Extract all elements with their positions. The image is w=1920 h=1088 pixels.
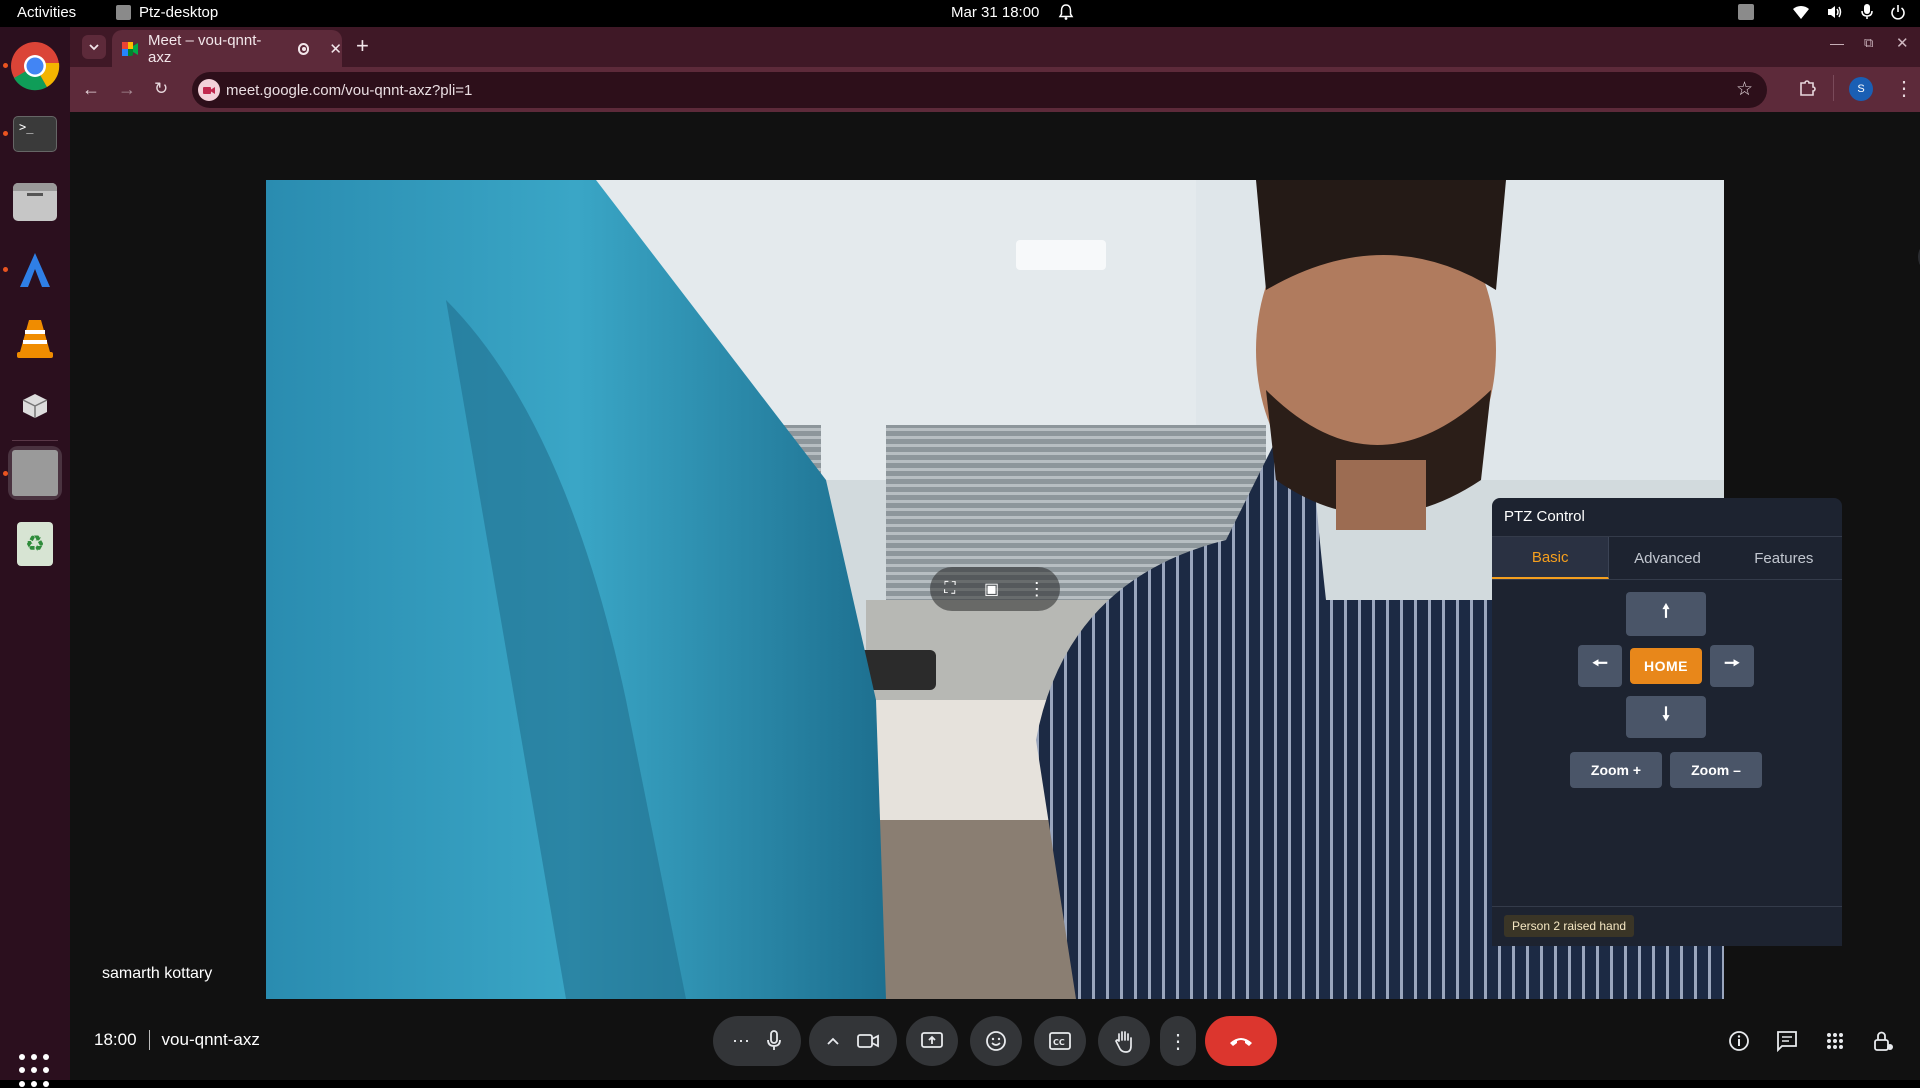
audio-options-icon[interactable]: ⋯ (732, 1031, 750, 1052)
google-meet-icon (122, 41, 138, 56)
tile-more-options-icon[interactable]: ⋮ (1028, 579, 1046, 600)
tab-basic[interactable]: Basic (1492, 537, 1610, 579)
arduino-icon[interactable] (8, 243, 62, 297)
visual-effects-icon[interactable]: ▣ (984, 579, 999, 599)
browser-toolbar: ← → ↻ meet.google.com/vou-qnnt-axz?pli=1… (70, 67, 1920, 112)
window-close-icon[interactable]: ✕ (1896, 34, 1909, 52)
new-tab-icon[interactable]: + (356, 33, 369, 59)
pan-left-button[interactable]: 🠔 (1578, 645, 1622, 687)
meeting-code: vou-qnnt-axz (161, 1030, 260, 1049)
audio-controls: ⋯ (713, 1016, 801, 1066)
home-button[interactable]: HOME (1630, 648, 1702, 684)
profile-avatar[interactable]: S (1849, 77, 1873, 101)
terminal-icon[interactable]: >_ (8, 107, 62, 161)
svg-text:CC: CC (1053, 1038, 1065, 1047)
captions-icon: CC (1049, 1032, 1071, 1050)
pan-up-button[interactable]: 🠕 (1626, 592, 1706, 636)
extensions-puzzle-icon[interactable] (1797, 77, 1817, 102)
meeting-info-icon[interactable] (1725, 1027, 1753, 1055)
more-options-icon: ⋮ (1168, 1030, 1188, 1053)
meeting-details: 18:00 vou-qnnt-axz (94, 1030, 260, 1050)
zoom-in-button[interactable]: Zoom + (1570, 752, 1662, 788)
microphone-icon (1861, 4, 1873, 19)
ubuntu-dock: >_ ♻ (0, 27, 70, 1087)
leave-call-button[interactable] (1205, 1016, 1277, 1066)
tab-search-chevron-down-icon[interactable] (82, 35, 106, 59)
camera-icon[interactable] (857, 1033, 879, 1049)
bookmark-star-icon[interactable]: ☆ (1736, 78, 1753, 101)
trash-icon[interactable]: ♻ (8, 517, 62, 571)
activities-grid-icon[interactable] (1821, 1027, 1849, 1055)
tab-advanced[interactable]: Advanced (1609, 537, 1725, 579)
volume-icon (1828, 5, 1842, 18)
present-screen-button[interactable] (906, 1016, 958, 1066)
forward-icon[interactable]: → (118, 79, 136, 99)
toolbar-divider (1833, 75, 1834, 101)
files-icon[interactable] (8, 175, 62, 229)
recording-indicator-icon (297, 42, 310, 55)
divider (148, 1030, 150, 1050)
site-info-camera-icon[interactable] (198, 79, 220, 101)
present-screen-icon (921, 1032, 943, 1048)
raised-hand-notification: Person 2 raised hand (1504, 915, 1635, 937)
browser-menu-icon[interactable]: ⋮ (1894, 76, 1914, 101)
hand-icon (1115, 1031, 1132, 1053)
dock-separator (12, 440, 58, 441)
browser-tab-bar: Meet – vou-qnnt-axz ✕ + — ⧉ ✕ (70, 27, 1920, 67)
ptz-control-panel: PTZ Control Basic Advanced Features 🠕 🠔 … (1492, 498, 1842, 946)
power-icon (1891, 4, 1905, 20)
ptz-tab-bar: Basic Advanced Features (1492, 536, 1842, 580)
meeting-time: 18:00 (94, 1030, 137, 1049)
system-tray[interactable] (1738, 3, 1906, 20)
browser-tab-meet[interactable]: Meet – vou-qnnt-axz ✕ (112, 30, 342, 67)
captions-button[interactable]: CC (1034, 1016, 1086, 1066)
vlc-icon[interactable] (8, 311, 62, 365)
reactions-button[interactable] (970, 1016, 1022, 1066)
notification-bell-icon[interactable] (1058, 3, 1074, 25)
show-apps-icon[interactable] (19, 1054, 53, 1088)
restore-icon[interactable]: ⧉ (1864, 35, 1873, 51)
ptz-footer: Person 2 raised hand (1492, 906, 1842, 946)
address-bar[interactable]: meet.google.com/vou-qnnt-axz?pli=1 ☆ (192, 72, 1767, 108)
activities-button[interactable]: Activities (17, 4, 76, 21)
chevron-up-icon[interactable] (827, 1037, 839, 1045)
host-controls-lock-icon[interactable] (1869, 1027, 1897, 1055)
active-app-name: Ptz-desktop (139, 4, 219, 21)
zoom-out-button[interactable]: Zoom – (1670, 752, 1762, 788)
active-app-indicator[interactable]: Ptz-desktop (116, 4, 218, 21)
tab-features[interactable]: Features (1726, 537, 1842, 579)
frame-person-icon[interactable]: ⛶ (944, 580, 955, 598)
raise-hand-button[interactable] (1098, 1016, 1150, 1066)
tab-title: Meet – vou-qnnt-axz (148, 31, 262, 66)
pan-down-button[interactable]: 🠗 (1626, 696, 1706, 738)
more-options-button[interactable]: ⋮ (1160, 1016, 1196, 1066)
app-window-icon (116, 5, 131, 20)
participant-name-label: samarth kottary (102, 965, 213, 982)
package-icon[interactable] (8, 379, 62, 433)
clock[interactable]: Mar 31 18:00 (951, 4, 1039, 21)
wifi-icon (1793, 5, 1809, 19)
emoji-icon (986, 1031, 1006, 1051)
tab-close-icon[interactable]: ✕ (329, 40, 342, 58)
url-text: meet.google.com/vou-qnnt-axz?pli=1 (226, 81, 473, 99)
end-call-icon (1230, 1038, 1252, 1046)
reload-icon[interactable]: ↻ (154, 79, 168, 99)
system-top-bar: Activities Ptz-desktop Mar 31 18:00 (0, 0, 1920, 27)
ptz-title: PTZ Control (1504, 508, 1585, 525)
microphone-icon[interactable] (766, 1030, 782, 1052)
video-tile-controls[interactable]: ⛶ ▣ ⋮ (930, 567, 1060, 611)
pan-right-button[interactable]: 🠖 (1710, 645, 1754, 687)
window-icon[interactable] (8, 446, 62, 500)
tray-app-icon[interactable] (1738, 3, 1754, 20)
back-icon[interactable]: ← (82, 79, 100, 99)
chrome-icon[interactable] (8, 39, 62, 93)
minimize-icon[interactable]: — (1830, 35, 1844, 51)
chat-icon[interactable] (1773, 1027, 1801, 1055)
video-controls (809, 1016, 897, 1066)
